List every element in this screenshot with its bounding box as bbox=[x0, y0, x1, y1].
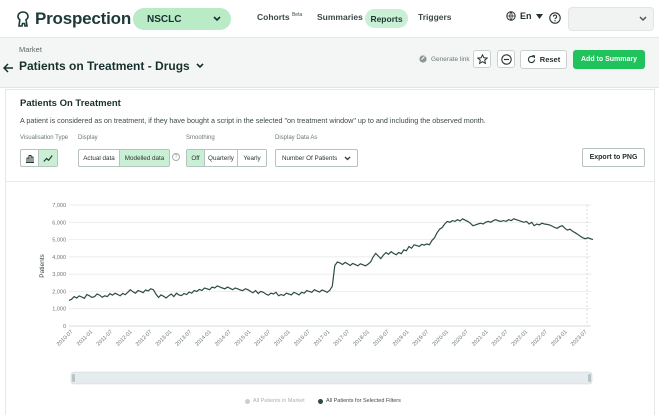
x-tick-label: 2021-01 bbox=[471, 329, 490, 348]
x-tick-label: 2011-07 bbox=[96, 329, 114, 347]
x-tick-label: 2021-07 bbox=[491, 329, 510, 348]
y-tick-label: 7,000 bbox=[52, 203, 66, 209]
legend-label-selected: All Patients for Selected Filters bbox=[326, 398, 401, 404]
x-tick-label: 2014-07 bbox=[214, 329, 233, 348]
x-tick-label: 2013-01 bbox=[155, 329, 174, 348]
legend-item-selected[interactable]: All Patients for Selected Filters bbox=[318, 398, 401, 404]
x-tick-label: 2015-01 bbox=[234, 329, 253, 348]
time-range-navigator[interactable] bbox=[70, 371, 593, 385]
y-tick-label: 5,000 bbox=[52, 238, 66, 244]
patients-line-chart: 0 1,000 2,000 3,000 4,000 5,000 6,000 7,000 201… bbox=[39, 203, 594, 385]
x-tick-label: 2015-07 bbox=[254, 329, 273, 348]
y-tick-label: 3,000 bbox=[52, 272, 66, 278]
y-tick-label: 6,000 bbox=[52, 220, 66, 226]
y-tick-label: 2,000 bbox=[52, 289, 66, 295]
y-axis-label: Patients bbox=[39, 254, 46, 278]
x-tick-label: 2023-01 bbox=[550, 329, 569, 348]
series-line-selected-filters bbox=[68, 218, 594, 301]
x-tick-label: 2011-01 bbox=[76, 329, 94, 347]
x-tick-label: 2017-01 bbox=[313, 329, 332, 348]
x-tick-label: 2014-01 bbox=[194, 329, 213, 348]
y-tick-label: 4,000 bbox=[52, 255, 66, 261]
x-tick-label: 2017-07 bbox=[333, 329, 352, 348]
x-tick-label: 2023-07 bbox=[570, 329, 589, 348]
x-tick-label: 2012-01 bbox=[115, 329, 134, 348]
x-tick-label: 2019-01 bbox=[392, 329, 411, 348]
x-tick-label: 2010-07 bbox=[56, 329, 75, 348]
x-tick-label: 2019-07 bbox=[412, 329, 431, 348]
y-tick-label: 0 bbox=[63, 324, 66, 330]
x-tick-label: 2022-01 bbox=[511, 329, 530, 348]
legend-marker-selected bbox=[318, 398, 323, 404]
legend-item-market[interactable]: All Patients in Market bbox=[245, 398, 305, 404]
x-tick-labels: 2010-07 2011-01 2011-07 2012-01 2012-07 2013-… bbox=[56, 329, 589, 348]
x-tick-label: 2016-07 bbox=[293, 329, 312, 348]
chart-gridlines bbox=[69, 204, 591, 327]
legend-marker-market bbox=[245, 398, 250, 404]
x-tick-label: 2016-01 bbox=[273, 329, 292, 348]
x-tick-label: 2020-07 bbox=[451, 329, 470, 348]
x-tick-label: 2020-01 bbox=[432, 329, 451, 348]
x-tick-label: 2018-07 bbox=[372, 329, 391, 348]
legend-label-market: All Patients in Market bbox=[253, 398, 305, 404]
y-tick-labels: 0 1,000 2,000 3,000 4,000 5,000 6,000 7,000 bbox=[52, 203, 66, 330]
x-tick-label: 2022-07 bbox=[530, 329, 549, 348]
x-tick-label: 2018-01 bbox=[352, 329, 371, 348]
x-tick-label: 2012-07 bbox=[135, 329, 154, 348]
x-tick-label: 2013-07 bbox=[175, 329, 194, 348]
y-tick-label: 1,000 bbox=[52, 307, 66, 313]
